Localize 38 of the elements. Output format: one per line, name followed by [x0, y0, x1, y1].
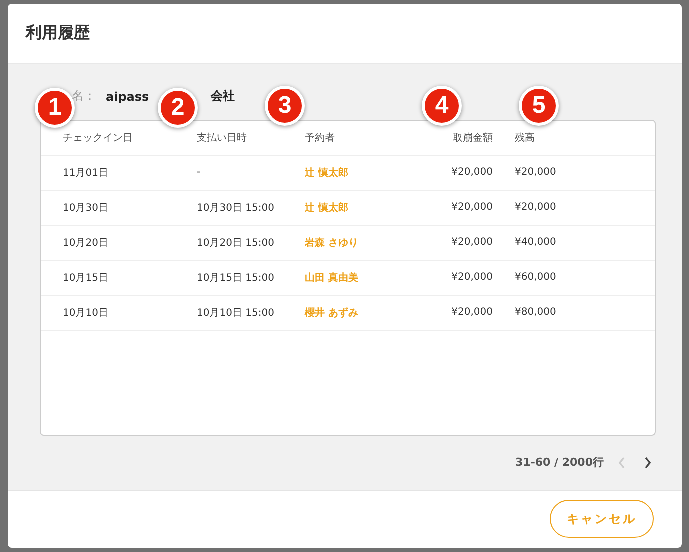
table-cell: ¥20,000: [452, 307, 493, 318]
table-cell: ¥20,000: [515, 202, 556, 214]
table-cell: ¥20,000: [515, 167, 556, 178]
column-header: 残高: [514, 132, 535, 145]
table-cell-text: 11月01日: [63, 166, 108, 180]
table-cell: ¥20,000: [452, 202, 493, 214]
booker-name: 岩森 さゆり: [305, 236, 358, 250]
table-cell: ¥80,000: [515, 307, 556, 318]
booker-name: 辻 慎太郎: [305, 166, 348, 180]
company-name: aipass: [106, 90, 150, 104]
booker-name: 櫻井 あずみ: [305, 306, 358, 320]
chevron-right-icon: [644, 456, 652, 469]
table-cell-text: 10月20日: [63, 236, 108, 250]
table-cell: ¥20,000: [452, 167, 493, 178]
table-cell-text: 10月10日 15:00: [197, 306, 274, 320]
pagination-range: 31-60 / 2000行: [516, 455, 604, 470]
column-header: 支払い日時: [196, 132, 247, 145]
booker-name: 山田 真由美: [305, 271, 358, 285]
company-label: 名：: [72, 88, 96, 106]
table-cell: ¥60,000: [515, 272, 556, 284]
chevron-left-icon: [618, 456, 626, 469]
dialog-title: 利用履歴: [26, 22, 90, 44]
table-cell-text: 10月20日 15:00: [197, 236, 274, 250]
column-header: チェックイン日: [62, 132, 133, 145]
table-cell: ¥40,000: [515, 237, 556, 248]
table-cell-text: 10月15日 15:00: [197, 272, 274, 285]
table-cell-text: 10月10日: [63, 306, 108, 320]
table-cell-text: 10月30日: [63, 202, 108, 215]
cancel-button[interactable]: キャンセル: [550, 500, 654, 538]
table-cell-text: 10月30日 15:00: [197, 202, 274, 215]
table-cell: -: [197, 167, 201, 178]
table-cell: ¥20,000: [452, 237, 493, 248]
company-name: 会社: [211, 88, 236, 106]
column-header: 取崩金額: [453, 132, 493, 145]
booker-name: 辻 慎太郎: [305, 201, 348, 215]
table-cell: ¥20,000: [452, 272, 493, 284]
table-cell-text: 10月15日: [63, 272, 108, 285]
column-header: 予約者: [304, 132, 335, 145]
